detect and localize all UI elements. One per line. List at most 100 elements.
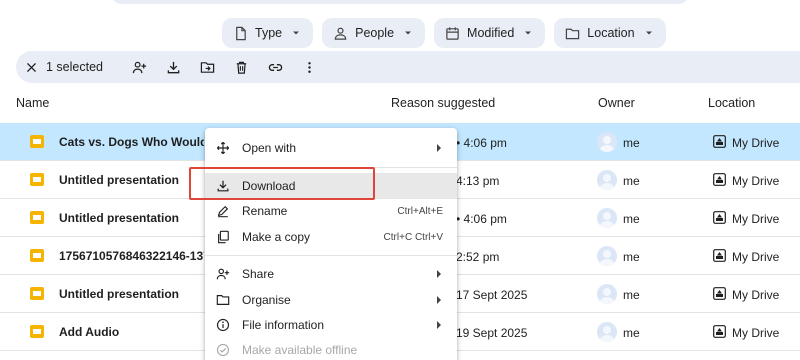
submenu-arrow-icon [437, 270, 441, 278]
selection-toolbar: 1 selected [16, 51, 800, 83]
menu-item-open-with[interactable]: Open with [205, 135, 457, 161]
avatar [597, 284, 617, 304]
file-list-header: Name Reason suggested Owner Location [0, 92, 800, 116]
file-location: My Drive [732, 326, 780, 340]
menu-item-share[interactable]: Share [205, 261, 457, 287]
file-name: Add Audio [59, 325, 120, 339]
submenu-arrow-icon [437, 144, 441, 152]
avatar [597, 170, 617, 190]
download-button[interactable] [157, 51, 191, 83]
caret-down-icon [525, 31, 532, 35]
file-icon [236, 26, 246, 40]
make-copy-shortcut: Ctrl+C Ctrl+V [383, 231, 443, 243]
my-drive-icon [713, 249, 726, 262]
column-name[interactable]: Name [16, 96, 49, 110]
my-drive-icon [713, 173, 726, 186]
slides-file-icon [30, 287, 44, 300]
modified-filter-chip[interactable]: Modified [434, 18, 546, 48]
owner-name: me [623, 288, 640, 302]
my-drive-icon [713, 135, 726, 148]
menu-label-organise: Organise [242, 293, 291, 307]
reason-suggested: 19 Sept 2025 [456, 326, 528, 340]
menu-item-make-copy[interactable]: Make a copy Ctrl+C Ctrl+V [205, 224, 457, 250]
my-drive-icon [713, 211, 726, 224]
modified-filter-label: Modified [467, 26, 515, 40]
file-name: 1756710576846322146-1370 [59, 249, 204, 263]
slides-file-icon [30, 211, 44, 224]
file-name: Untitled presentation [59, 211, 180, 225]
folder-icon [566, 28, 580, 39]
link-icon [269, 63, 283, 71]
avatar [597, 246, 617, 266]
owner-name: me [623, 212, 640, 226]
filter-chips: Type People Modified Location [222, 18, 666, 48]
menu-item-make-offline[interactable]: Make available offline [205, 337, 457, 360]
location-filter-chip[interactable]: Location [554, 18, 666, 48]
menu-label-rename: Rename [242, 204, 288, 218]
my-drive-icon [713, 287, 726, 300]
reason-suggested: 4:13 pm [456, 174, 500, 188]
more-vert-icon [308, 61, 312, 73]
slides-file-icon [30, 325, 44, 338]
file-location: My Drive [732, 174, 780, 188]
search-bar-edge[interactable] [110, 0, 690, 4]
my-drive-icon [713, 325, 726, 338]
slides-file-icon [30, 173, 44, 186]
slides-file-icon [30, 249, 44, 262]
caret-down-icon [645, 31, 652, 35]
column-owner: Owner [598, 96, 635, 110]
selection-count: 1 selected [46, 60, 103, 74]
owner-name: me [623, 136, 640, 150]
copy-icon [218, 230, 229, 244]
reason-suggested: • 4:06 pm [456, 136, 507, 150]
menu-divider [205, 255, 457, 256]
avatar [597, 322, 617, 342]
delete-button[interactable] [225, 51, 259, 83]
file-name: Untitled presentation [59, 173, 180, 187]
file-location: My Drive [732, 250, 780, 264]
folder-icon [216, 295, 230, 305]
file-name: Untitled presentation [59, 287, 180, 301]
more-actions-button[interactable] [293, 51, 327, 83]
close-icon [26, 62, 36, 72]
download-icon [168, 61, 180, 73]
trash-icon [237, 61, 247, 74]
location-filter-label: Location [587, 26, 635, 40]
add-person-icon [133, 61, 147, 73]
menu-item-rename[interactable]: Rename Ctrl+Alt+E [205, 198, 457, 224]
person-icon [334, 27, 347, 40]
avatar [597, 132, 617, 152]
reason-suggested: 2:52 pm [456, 250, 500, 264]
menu-label-make-offline: Make available offline [242, 343, 358, 357]
clear-selection-button[interactable] [16, 51, 46, 83]
pencil-icon [217, 205, 229, 218]
type-filter-chip[interactable]: Type [222, 18, 314, 48]
menu-item-organise[interactable]: Organise [205, 287, 457, 313]
submenu-arrow-icon [437, 321, 441, 329]
share-button[interactable] [123, 51, 157, 83]
owner-name: me [623, 326, 640, 340]
highlight-annotation [189, 167, 375, 200]
menu-label-share: Share [242, 267, 275, 281]
add-person-icon [216, 268, 230, 280]
avatar [597, 208, 617, 228]
menu-label-file-information: File information [242, 318, 325, 332]
column-location: Location [708, 96, 756, 110]
context-menu: Open with Download Rename Ctrl+Alt+E Mak… [205, 128, 457, 360]
move-to-folder-icon [201, 61, 215, 73]
caret-down-icon [405, 31, 412, 35]
menu-item-file-information[interactable]: File information [205, 312, 457, 338]
submenu-arrow-icon [437, 296, 441, 304]
caret-down-icon [293, 31, 300, 35]
move-button[interactable] [191, 51, 225, 83]
menu-label-open-with: Open with [242, 141, 297, 155]
drive-app: { "filters": { "type": "Type", "people":… [0, 0, 800, 360]
info-icon [216, 318, 230, 332]
type-filter-label: Type [255, 26, 283, 40]
copy-link-button[interactable] [259, 51, 293, 83]
owner-name: me [623, 250, 640, 264]
owner-name: me [623, 174, 640, 188]
menu-label-make-copy: Make a copy [242, 230, 311, 244]
people-filter-chip[interactable]: People [322, 18, 426, 48]
reason-suggested: 17 Sept 2025 [456, 288, 528, 302]
